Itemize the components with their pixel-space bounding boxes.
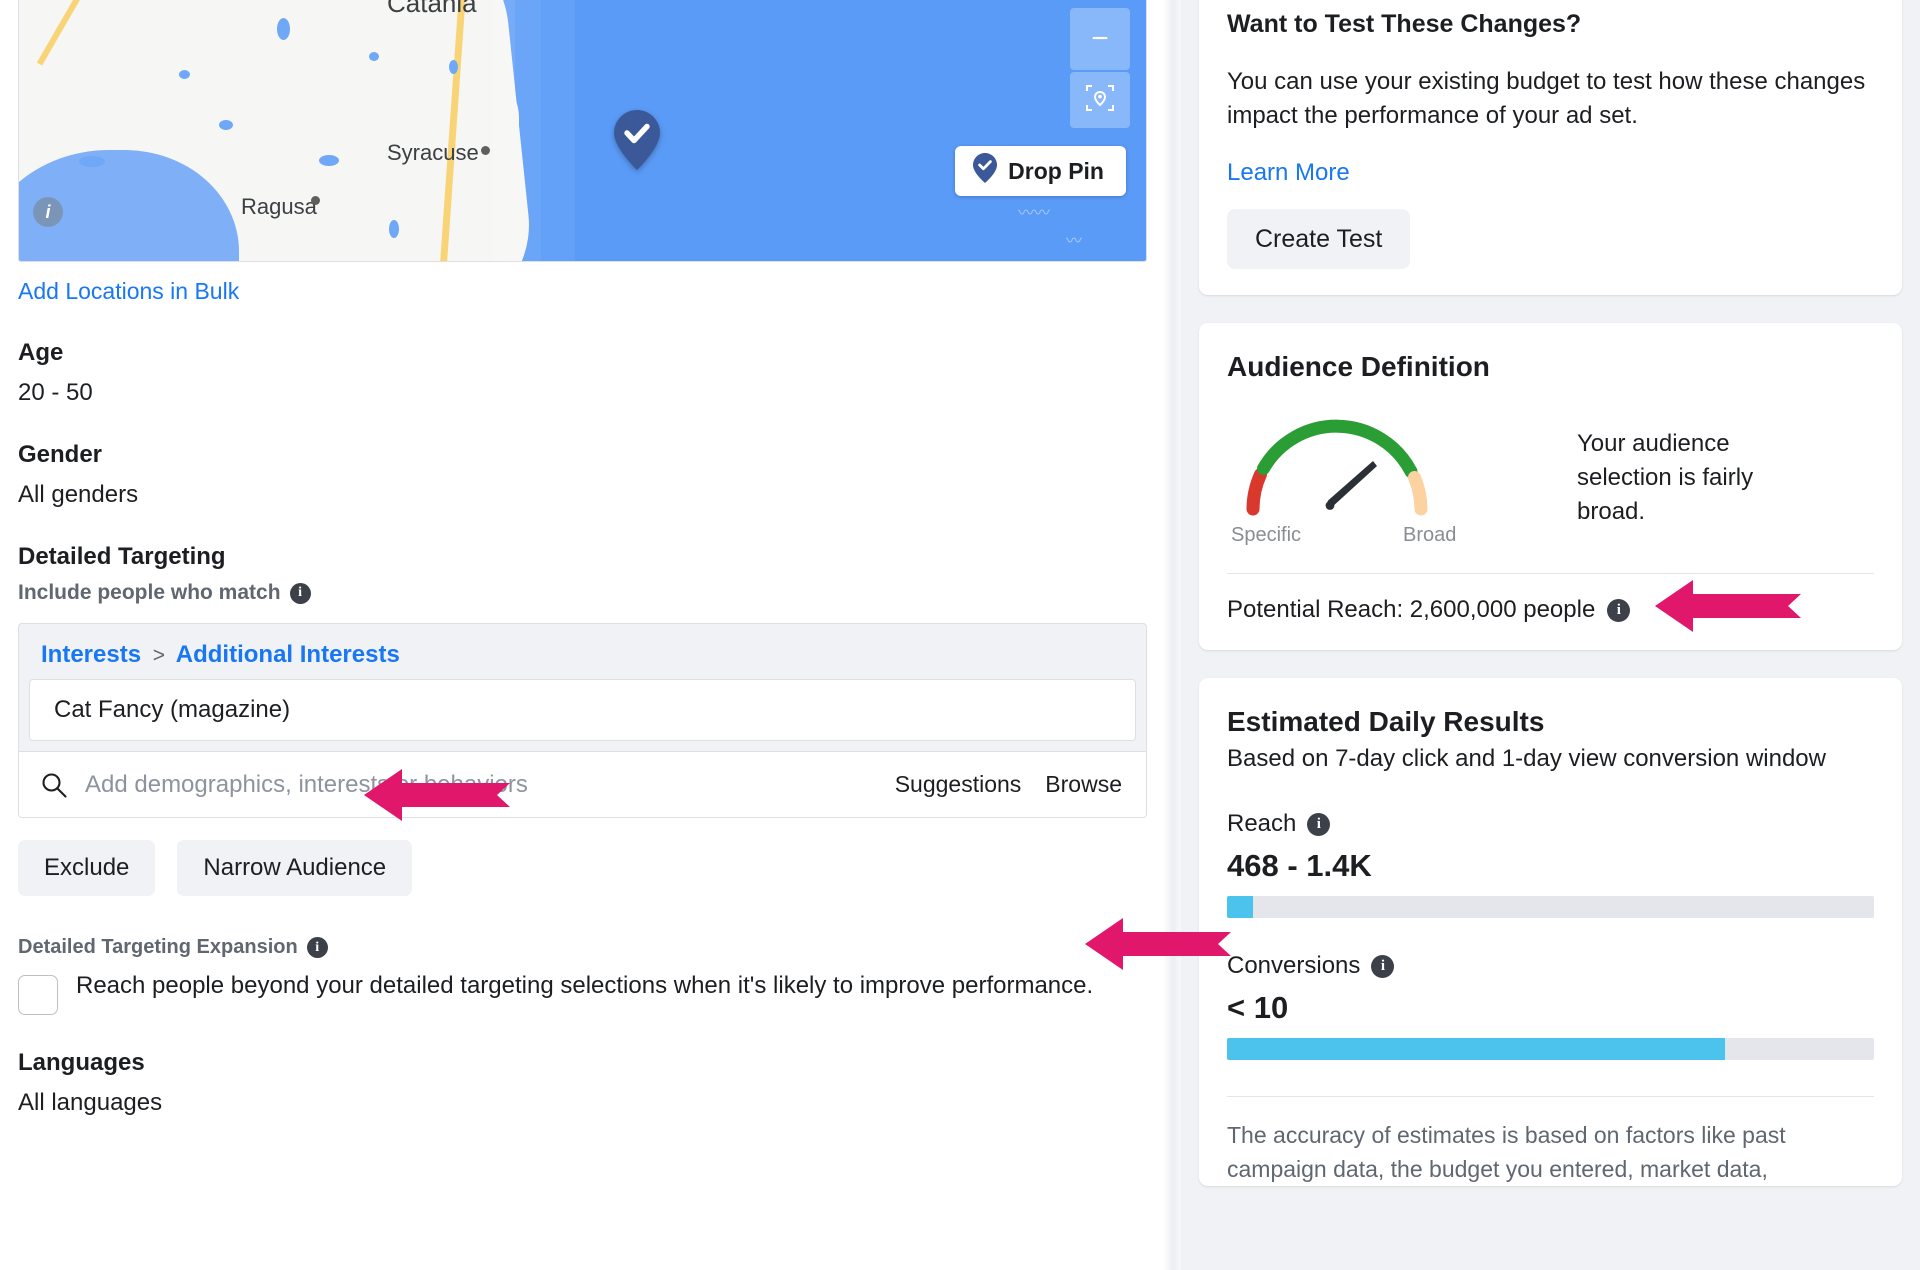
conversions-bar-track xyxy=(1227,1038,1874,1060)
audience-summary-panel: Want to Test These Changes? You can use … xyxy=(1181,0,1920,1270)
detailed-targeting-label: Detailed Targeting xyxy=(18,543,1145,571)
map-label-syracuse: Syracuse xyxy=(387,140,479,166)
languages-value[interactable]: All languages xyxy=(18,1089,1145,1117)
gender-label: Gender xyxy=(18,441,1145,469)
selected-interest-label: Cat Fancy (magazine) xyxy=(54,696,290,724)
audience-gauge: Specific Broad xyxy=(1227,405,1527,547)
targeting-search-row[interactable]: Add demographics, interests or behaviors… xyxy=(19,751,1146,817)
info-icon[interactable]: i xyxy=(1307,813,1330,836)
location-pin-check-icon[interactable] xyxy=(614,110,660,170)
estimates-accuracy-note: The accuracy of estimates is based on fa… xyxy=(1227,1097,1874,1186)
gauge-label-broad: Broad xyxy=(1403,524,1456,547)
map-water-body xyxy=(219,120,233,130)
metric-reach: Reach i 468 - 1.4K xyxy=(1227,810,1874,918)
expansion-checkbox-label: Reach people beyond your detailed target… xyxy=(76,969,1093,1015)
estimated-daily-results-card: Estimated Daily Results Based on 7-day c… xyxy=(1199,678,1902,1186)
add-locations-in-bulk-link[interactable]: Add Locations in Bulk xyxy=(18,278,239,305)
minus-icon: − xyxy=(1091,24,1109,54)
test-card-title: Want to Test These Changes? xyxy=(1227,10,1874,39)
map-water-body xyxy=(319,155,339,166)
audience-definition-title: Audience Definition xyxy=(1227,351,1874,383)
map-water-body xyxy=(179,70,190,79)
suggestions-button[interactable]: Suggestions xyxy=(895,771,1022,798)
exclude-button[interactable]: Exclude xyxy=(18,840,155,896)
breadcrumb-additional-interests[interactable]: Additional Interests xyxy=(176,641,400,668)
breadcrumb-interests[interactable]: Interests xyxy=(41,641,141,668)
map-city-dot xyxy=(481,146,490,155)
arrow-cat-fancy-annotation xyxy=(364,766,510,824)
breadcrumb-separator: > xyxy=(153,644,165,667)
map-city-dot xyxy=(311,196,320,205)
arrow-reach-value-annotation xyxy=(1085,915,1231,973)
pin-badge-icon xyxy=(973,153,997,189)
map-depth-band xyxy=(541,0,575,261)
map-water-body xyxy=(79,156,105,167)
audience-summary-text: Your audience selection is fairly broad. xyxy=(1577,405,1797,529)
arrow-potential-reach-annotation xyxy=(1655,577,1801,635)
expansion-checkbox[interactable] xyxy=(18,975,58,1015)
estimated-results-subtitle: Based on 7-day click and 1-day view conv… xyxy=(1227,742,1874,776)
create-test-button[interactable]: Create Test xyxy=(1227,209,1410,269)
conversions-value: < 10 xyxy=(1227,990,1874,1026)
info-icon[interactable]: i xyxy=(1607,599,1630,622)
ad-set-targeting-panel: Catania Syracuse Ragusa − xyxy=(0,0,1163,1270)
location-map[interactable]: Catania Syracuse Ragusa − xyxy=(18,0,1147,262)
info-icon[interactable]: i xyxy=(307,937,328,958)
reach-label: Reach xyxy=(1227,810,1296,838)
panel-divider xyxy=(1163,0,1181,1270)
include-people-who-match-label: Include people who match i xyxy=(18,581,1145,605)
crosshair-icon xyxy=(1085,83,1115,118)
test-card-body: You can use your existing budget to test… xyxy=(1227,65,1874,133)
selected-interest-chip[interactable]: Cat Fancy (magazine) xyxy=(29,679,1136,741)
map-depth-band xyxy=(515,0,541,261)
metric-conversions: Conversions i < 10 xyxy=(1227,952,1874,1060)
drop-pin-label: Drop Pin xyxy=(1008,158,1104,185)
gender-value[interactable]: All genders xyxy=(18,481,1145,509)
learn-more-link[interactable]: Learn More xyxy=(1227,159,1350,187)
map-wave-decor: 〰 xyxy=(1066,227,1082,251)
reach-value: 468 - 1.4K xyxy=(1227,848,1874,884)
detailed-targeting-box: Interests > Additional Interests Cat Fan… xyxy=(18,623,1147,818)
map-water-body xyxy=(389,220,399,238)
age-label: Age xyxy=(18,339,1145,367)
map-depth-band xyxy=(493,0,515,261)
map-label-ragusa: Ragusa xyxy=(241,194,317,220)
potential-reach-text: Potential Reach: 2,600,000 people xyxy=(1227,596,1595,624)
map-zoom-out-button[interactable]: − xyxy=(1070,8,1130,70)
detailed-targeting-expansion-label: Detailed Targeting Expansion i xyxy=(18,936,1145,959)
map-label-catania: Catania xyxy=(387,0,477,19)
info-icon[interactable]: i xyxy=(1371,955,1394,978)
estimated-results-title: Estimated Daily Results xyxy=(1227,706,1874,738)
breadcrumb: Interests > Additional Interests xyxy=(19,624,1146,679)
search-icon xyxy=(41,772,67,798)
test-changes-card: Want to Test These Changes? You can use … xyxy=(1199,0,1902,295)
map-recenter-button[interactable] xyxy=(1070,72,1130,128)
conversions-label: Conversions xyxy=(1227,952,1360,980)
screenshot-root: Catania Syracuse Ragusa − xyxy=(0,0,1920,1270)
drop-pin-button[interactable]: Drop Pin xyxy=(955,146,1126,196)
conversions-bar-fill xyxy=(1227,1038,1725,1060)
gauge-label-specific: Specific xyxy=(1231,524,1301,547)
age-value[interactable]: 20 - 50 xyxy=(18,379,1145,407)
reach-bar-track xyxy=(1227,896,1874,918)
map-info-icon[interactable]: i xyxy=(33,197,63,227)
map-wave-decor: 〰〰 xyxy=(1018,199,1050,223)
map-water-body xyxy=(369,52,379,61)
languages-label: Languages xyxy=(18,1049,1145,1077)
narrow-audience-button[interactable]: Narrow Audience xyxy=(177,840,412,896)
map-water-body xyxy=(449,60,458,74)
browse-button[interactable]: Browse xyxy=(1045,771,1122,798)
info-icon[interactable]: i xyxy=(290,583,311,604)
map-water-body xyxy=(277,18,290,40)
